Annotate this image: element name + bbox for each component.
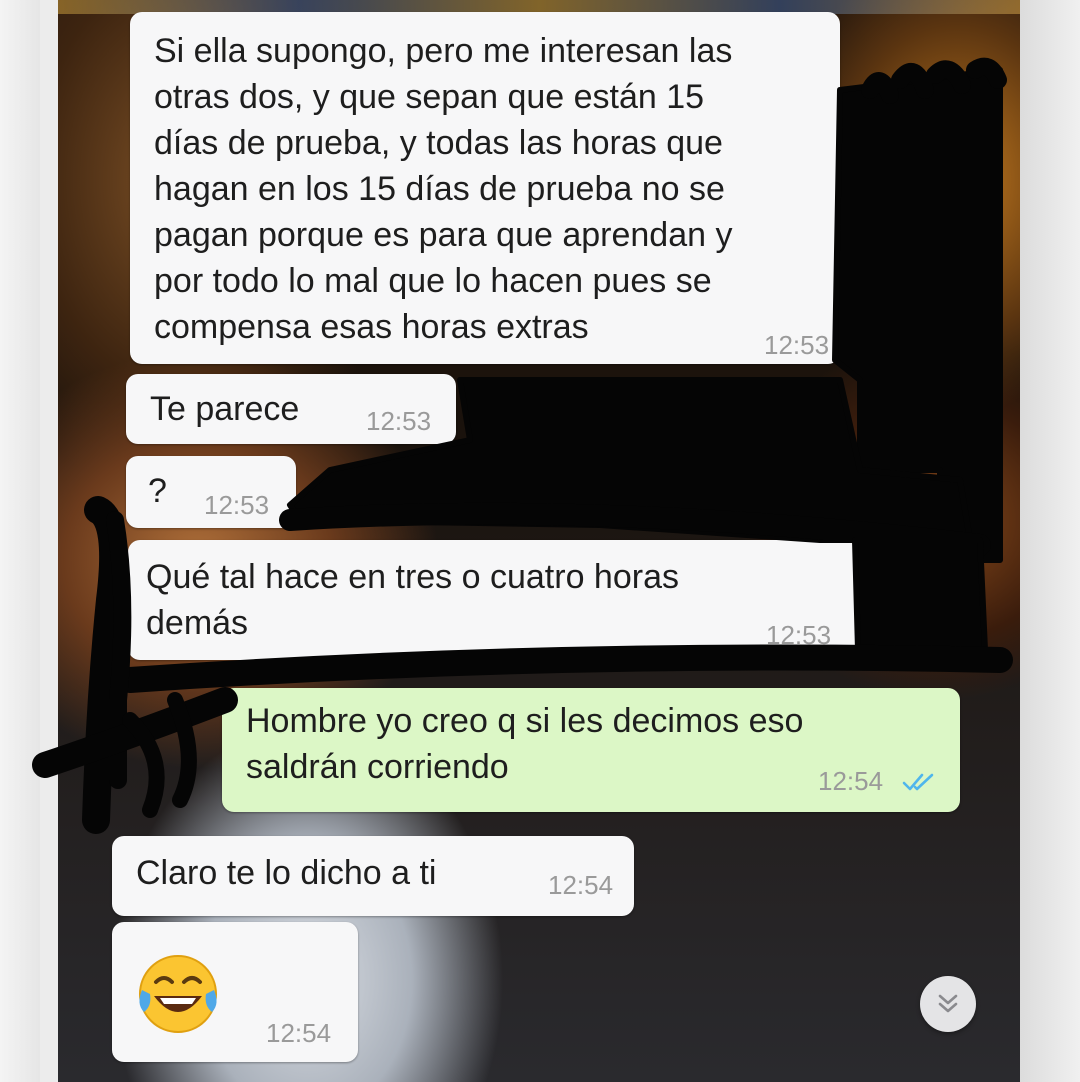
message-bubble-incoming[interactable]: Qué tal hace en tres o cuatro horas demá… — [128, 540, 856, 660]
message-bubble-incoming[interactable]: Te parece 12:53 — [126, 374, 456, 444]
message-time: 12:53 — [366, 406, 432, 436]
message-time: 12:54 — [548, 870, 614, 900]
message-time: 12:54 — [266, 1018, 332, 1048]
message-bubble-incoming[interactable]: Si ella supongo, pero me interesan las o… — [130, 12, 840, 364]
chevron-double-down-icon — [938, 994, 958, 1013]
message-text: ? — [148, 472, 167, 510]
face-with-tears-of-joy-icon — [139, 955, 217, 1033]
scroll-to-bottom-button[interactable] — [920, 976, 976, 1032]
message-bubble-incoming[interactable]: ? 12:53 — [126, 456, 296, 528]
message-bubble-incoming[interactable]: 12:54 — [112, 922, 358, 1062]
message-text: Claro te lo dicho a ti — [136, 854, 437, 892]
message-time: 12:53 — [764, 330, 830, 360]
message-text: Qué tal hace en tres o cuatro horas demá… — [146, 558, 679, 642]
message-bubble-outgoing[interactable]: Hombre yo creo q si les decimos eso sald… — [222, 688, 960, 812]
message-text: Te parece — [150, 390, 300, 428]
double-check-icon — [902, 773, 934, 791]
message-text: Si ella supongo, pero me interesan las o… — [154, 32, 733, 346]
message-time: 12:53 — [204, 490, 270, 520]
image-border-right — [1020, 0, 1080, 1082]
image-border-left — [0, 0, 40, 1082]
message-time: 12:53 — [766, 620, 832, 650]
message-bubble-incoming[interactable]: Claro te lo dicho a ti 12:54 — [112, 836, 634, 916]
message-time: 12:54 — [818, 766, 884, 796]
